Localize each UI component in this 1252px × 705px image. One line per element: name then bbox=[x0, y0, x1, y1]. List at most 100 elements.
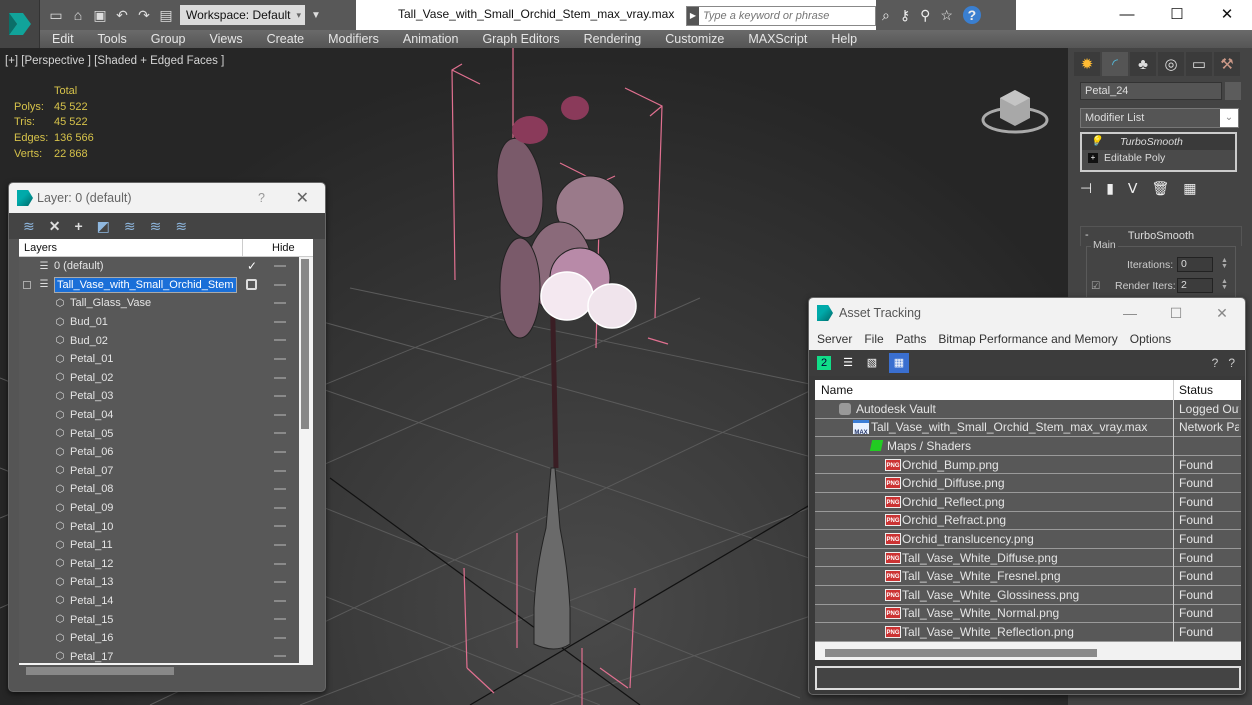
column-name[interactable]: Name bbox=[821, 380, 853, 400]
highlight-selected-layer-icon[interactable]: ≋ bbox=[150, 218, 162, 235]
object-name-field[interactable]: Petal_24 bbox=[1080, 82, 1222, 100]
asset-row[interactable]: PNG Tall_Vase_White_Fresnel.png Found bbox=[815, 567, 1241, 586]
hierarchy-tab-icon[interactable]: ♣ bbox=[1130, 52, 1156, 76]
stack-item-turbosmooth[interactable]: 💡 TurboSmooth bbox=[1082, 134, 1235, 150]
current-layer-checkbox[interactable] bbox=[246, 279, 257, 291]
binoculars-icon[interactable]: ⌕ bbox=[882, 7, 890, 24]
render-iters-spinner[interactable]: ▲ ▼ bbox=[1221, 278, 1229, 291]
help-icon[interactable]: ? bbox=[1212, 356, 1219, 370]
search-box[interactable]: ▶ bbox=[686, 6, 876, 26]
layer-row[interactable]: ⬡ Petal_08 bbox=[19, 480, 299, 499]
asset-row[interactable]: PNG Tall_Vase_White_Glossiness.png Found bbox=[815, 585, 1241, 605]
hide-toggle[interactable] bbox=[274, 395, 286, 398]
set-current-layer-icon[interactable]: ≋ bbox=[23, 218, 35, 235]
hide-toggle[interactable] bbox=[274, 320, 286, 323]
vertical-scrollbar[interactable] bbox=[301, 259, 309, 429]
hide-toggle[interactable] bbox=[274, 599, 286, 602]
hide-freeze-all-icon[interactable]: ≋ bbox=[175, 218, 187, 235]
maximize-button[interactable]: ☐ bbox=[1153, 298, 1199, 328]
menu-rendering[interactable]: Rendering bbox=[572, 32, 654, 46]
layer-row[interactable]: ⬡ Petal_14 bbox=[19, 592, 299, 611]
redo-icon[interactable]: ↷ bbox=[136, 7, 152, 23]
column-hide[interactable]: Hide bbox=[272, 239, 295, 257]
asset-row[interactable]: MAX Tall_Vase_with_Small_Orchid_Stem_max_… bbox=[815, 418, 1241, 438]
render-iters-checkbox[interactable]: ☑ bbox=[1091, 280, 1100, 292]
layer-row[interactable]: ⬡ Petal_15 bbox=[19, 610, 299, 629]
maximize-button[interactable]: ☐ bbox=[1152, 0, 1202, 30]
menu-tools[interactable]: Tools bbox=[86, 32, 139, 46]
asset-row[interactable]: Maps / Shaders bbox=[815, 437, 1241, 456]
help-icon[interactable]: ? bbox=[962, 6, 981, 24]
hide-toggle[interactable] bbox=[274, 618, 286, 621]
hide-toggle[interactable] bbox=[274, 339, 286, 342]
layer-row[interactable]: ⬡ Petal_16 bbox=[19, 629, 299, 648]
layer-row[interactable]: ⬡ Petal_09 bbox=[19, 499, 299, 518]
close-button[interactable]: ✕ bbox=[1202, 0, 1252, 30]
display-tab-icon[interactable]: ▭ bbox=[1186, 52, 1212, 76]
asset-row[interactable]: PNG Tall_Vase_White_Diffuse.png Found bbox=[815, 548, 1241, 568]
asset-row[interactable]: Autodesk Vault Logged Out bbox=[815, 400, 1241, 419]
layer-row[interactable]: ⬡ Petal_02 bbox=[19, 369, 299, 388]
hide-toggle[interactable] bbox=[274, 581, 286, 584]
lightbulb-icon[interactable]: 💡 bbox=[1090, 134, 1102, 150]
hide-toggle[interactable] bbox=[274, 413, 286, 416]
layer-dialog-titlebar[interactable]: Layer: 0 (default) ? ✕ bbox=[9, 183, 325, 213]
menu-modifiers[interactable]: Modifiers bbox=[316, 32, 391, 46]
layer-row[interactable]: ⬡ Petal_01 bbox=[19, 350, 299, 369]
viewport-label-menu[interactable]: [+] [Perspective ] [Shaded + Edged Faces… bbox=[5, 55, 224, 67]
asset-row[interactable]: PNG Tall_Vase_White_Reflection.png Found bbox=[815, 623, 1241, 642]
asset-row[interactable]: PNG Orchid_Bump.png Found bbox=[815, 455, 1241, 475]
hide-toggle[interactable] bbox=[274, 488, 286, 491]
select-objects-in-layer-icon[interactable]: ≋ bbox=[124, 218, 136, 235]
hide-toggle[interactable] bbox=[274, 543, 286, 546]
create-tab-icon[interactable]: ✹ bbox=[1074, 52, 1100, 76]
render-iters-input[interactable]: 2 bbox=[1177, 278, 1213, 293]
layer-row[interactable]: ⬡ Petal_03 bbox=[19, 387, 299, 406]
create-layer-icon[interactable]: + bbox=[74, 218, 82, 234]
app-menu-button[interactable] bbox=[0, 0, 40, 48]
configure-modifier-sets-icon[interactable]: ▦ bbox=[1183, 180, 1196, 197]
close-button[interactable]: ✕ bbox=[296, 188, 309, 208]
iterations-input[interactable]: 0 bbox=[1177, 257, 1213, 272]
menu-help[interactable]: Help bbox=[819, 32, 869, 46]
hide-toggle[interactable] bbox=[274, 265, 286, 267]
viewcube-icon[interactable] bbox=[980, 78, 1050, 138]
menu-paths[interactable]: Paths bbox=[896, 332, 927, 346]
search-expand-icon[interactable]: ▶ bbox=[687, 7, 699, 25]
column-layers[interactable]: Layers bbox=[24, 239, 57, 257]
layer-row[interactable]: ☰ Tall_Vase_with_Small_Orchid_Stem bbox=[19, 276, 299, 295]
motion-tab-icon[interactable]: ◎ bbox=[1158, 52, 1184, 76]
current-layer-check-icon[interactable]: ✓ bbox=[247, 259, 257, 273]
asset-row[interactable]: PNG Orchid_translucency.png Found bbox=[815, 530, 1241, 549]
layer-row[interactable]: ⬡ Bud_01 bbox=[19, 313, 299, 332]
star-icon[interactable]: ☆ bbox=[940, 7, 953, 24]
modify-tab-icon[interactable]: ◜ bbox=[1102, 52, 1128, 76]
open-folder-icon[interactable]: ⌂ bbox=[70, 7, 86, 23]
hide-toggle[interactable] bbox=[274, 283, 286, 286]
hide-toggle[interactable] bbox=[274, 302, 286, 305]
layer-row[interactable]: ⬡ Petal_07 bbox=[19, 462, 299, 481]
menu-maxscript[interactable]: MAXScript bbox=[736, 32, 819, 46]
hide-toggle[interactable] bbox=[274, 357, 286, 360]
refresh-icon[interactable]: 2 bbox=[817, 356, 831, 370]
asset-row[interactable]: PNG Tall_Vase_White_Normal.png Found bbox=[815, 604, 1241, 624]
thumbnail-view-icon[interactable]: ▧ bbox=[865, 356, 879, 370]
hide-toggle[interactable] bbox=[274, 525, 286, 528]
add-to-layer-icon[interactable]: ◩ bbox=[97, 218, 110, 235]
hide-toggle[interactable] bbox=[274, 376, 286, 379]
layer-row[interactable]: ⬡ Petal_06 bbox=[19, 443, 299, 462]
menu-animation[interactable]: Animation bbox=[391, 32, 471, 46]
menu-options[interactable]: Options bbox=[1130, 332, 1171, 346]
asset-tracking-titlebar[interactable]: Asset Tracking — ☐ ✕ bbox=[809, 298, 1245, 328]
modifier-list-dropdown[interactable]: Modifier List ⌄ bbox=[1080, 108, 1239, 128]
hide-toggle[interactable] bbox=[274, 432, 286, 435]
new-file-icon[interactable]: ▭ bbox=[48, 7, 64, 23]
menu-group[interactable]: Group bbox=[139, 32, 198, 46]
key-icon[interactable]: ⚷ bbox=[900, 7, 910, 24]
horizontal-scrollbar[interactable] bbox=[825, 649, 1097, 657]
path-field[interactable] bbox=[815, 666, 1241, 690]
help-button[interactable]: ? bbox=[258, 191, 265, 205]
layer-row[interactable]: ☰ 0 (default) ✓ bbox=[19, 257, 299, 276]
list-view-icon[interactable]: ☰ bbox=[841, 356, 855, 370]
undo-icon[interactable]: ↶ bbox=[114, 7, 130, 23]
